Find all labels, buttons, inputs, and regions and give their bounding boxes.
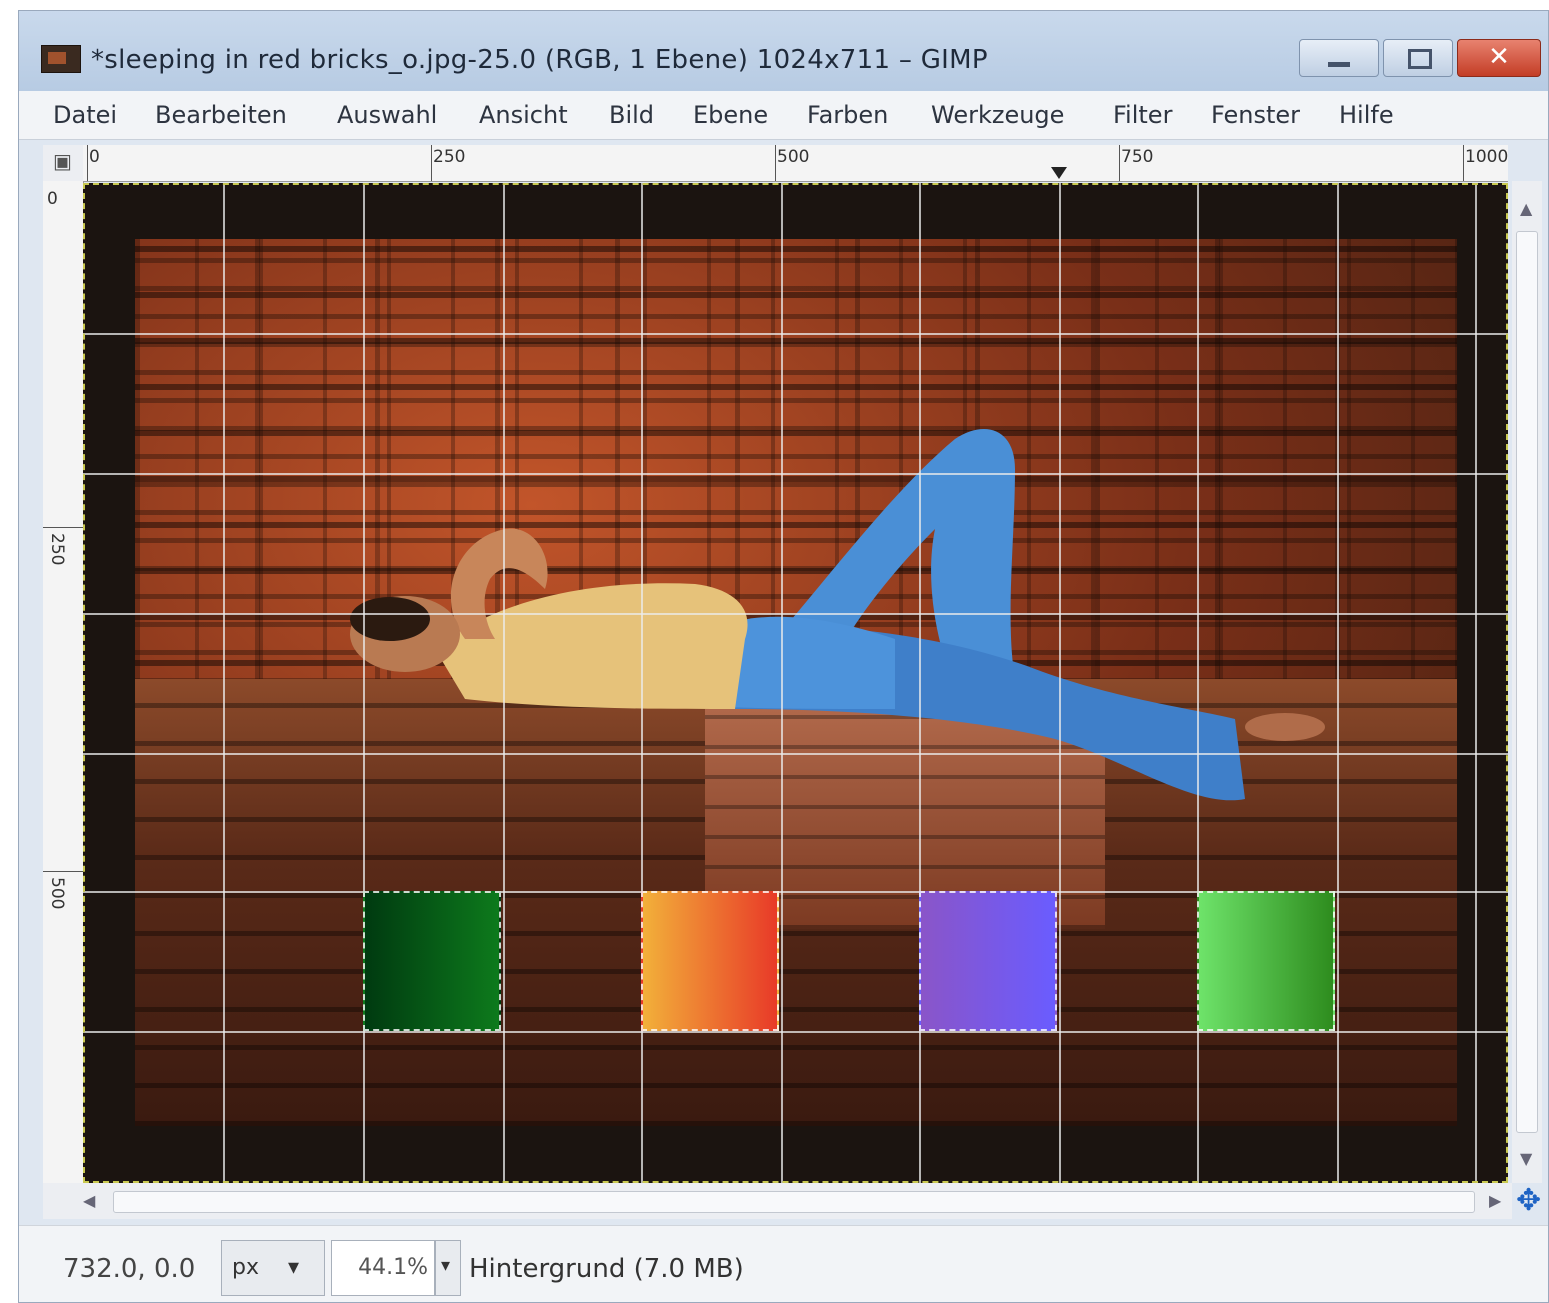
ruler-tick — [1119, 145, 1120, 181]
ruler-tick — [775, 145, 776, 181]
unit-select[interactable]: px ▾ — [221, 1240, 325, 1296]
ruler-tick — [43, 871, 83, 872]
ruler-label: 500 — [777, 147, 810, 167]
unit-value: px — [232, 1255, 259, 1280]
close-icon: ✕ — [1488, 42, 1510, 72]
ruler-label: 750 — [1121, 147, 1154, 167]
menu-hilfe[interactable]: Hilfe — [1339, 101, 1394, 129]
grid-line — [83, 473, 1508, 475]
ruler-label: 250 — [47, 533, 67, 566]
ruler-tick — [431, 145, 432, 181]
vertical-scroll-thumb[interactable] — [1516, 231, 1538, 1133]
scroll-down-icon[interactable]: ▼ — [1520, 1149, 1532, 1168]
grid-line — [83, 753, 1508, 755]
horizontal-ruler[interactable]: 0 250 500 750 1000 — [83, 145, 1508, 182]
swatch-light-green — [1197, 891, 1335, 1031]
menu-werkzeuge[interactable]: Werkzeuge — [931, 101, 1064, 129]
swatch-purple-blue — [919, 891, 1057, 1031]
menu-auswahl[interactable]: Auswahl — [337, 101, 437, 129]
scroll-left-icon[interactable]: ◀ — [83, 1191, 95, 1210]
status-bar: 732.0, 0.0 px ▾ 44.1% ▾ Hintergrund (7.0… — [19, 1225, 1548, 1302]
quick-mask-toggle[interactable]: ▣ — [43, 145, 83, 181]
swatch-orange-red — [641, 891, 779, 1031]
maximize-button[interactable] — [1383, 39, 1453, 77]
chevron-down-icon: ▾ — [288, 1255, 300, 1280]
zoom-field[interactable]: 44.1% — [331, 1240, 435, 1296]
ruler-label: 0 — [89, 147, 100, 167]
horizontal-scrollbar[interactable]: ◀ ▶ — [43, 1183, 1512, 1219]
navigate-icon[interactable]: ✥ — [1516, 1183, 1541, 1218]
menu-bild[interactable]: Bild — [609, 101, 654, 129]
window-title: *sleeping in red bricks_o.jpg-25.0 (RGB,… — [91, 45, 988, 75]
menu-ebene[interactable]: Ebene — [693, 101, 768, 129]
scroll-right-icon[interactable]: ▶ — [1489, 1191, 1501, 1210]
title-bar[interactable]: *sleeping in red bricks_o.jpg-25.0 (RGB,… — [19, 11, 1548, 91]
zoom-value: 44.1% — [358, 1255, 428, 1280]
close-button[interactable]: ✕ — [1457, 39, 1541, 77]
ruler-tick — [1463, 145, 1464, 181]
horizontal-scroll-thumb[interactable] — [113, 1191, 1475, 1213]
ruler-tick — [43, 527, 83, 528]
vertical-scrollbar[interactable]: ▲ ▼ — [1512, 181, 1542, 1183]
gimp-app-icon — [41, 45, 81, 73]
chevron-down-icon: ▾ — [441, 1255, 451, 1276]
menu-farben[interactable]: Farben — [807, 101, 888, 129]
zoom-dropdown-button[interactable]: ▾ — [435, 1240, 461, 1296]
scroll-up-icon[interactable]: ▲ — [1520, 199, 1532, 218]
gimp-window: *sleeping in red bricks_o.jpg-25.0 (RGB,… — [18, 10, 1549, 1303]
grid-line — [83, 333, 1508, 335]
quick-mask-icon: ▣ — [53, 149, 72, 173]
pointer-coordinates: 732.0, 0.0 — [63, 1254, 196, 1284]
ruler-label: 250 — [433, 147, 466, 167]
ruler-label: 500 — [47, 877, 67, 910]
menu-ansicht[interactable]: Ansicht — [479, 101, 568, 129]
active-layer-info: Hintergrund (7.0 MB) — [469, 1254, 744, 1284]
menu-fenster[interactable]: Fenster — [1211, 101, 1300, 129]
swatch-dark-green — [363, 891, 501, 1031]
menu-bar: Datei Bearbeiten Auswahl Ansicht Bild Eb… — [19, 91, 1548, 140]
grid-line — [83, 1031, 1508, 1033]
ruler-label: 0 — [47, 189, 58, 209]
vertical-ruler[interactable]: 0 250 500 — [43, 181, 84, 1183]
grid-line — [83, 613, 1508, 615]
minimize-button[interactable] — [1299, 39, 1379, 77]
ruler-tick — [87, 145, 88, 181]
ruler-label: 1000 — [1465, 147, 1509, 167]
menu-datei[interactable]: Datei — [53, 101, 117, 129]
ruler-pointer-marker — [1051, 167, 1067, 179]
image-canvas[interactable] — [83, 183, 1508, 1183]
menu-bearbeiten[interactable]: Bearbeiten — [155, 101, 287, 129]
menu-filter[interactable]: Filter — [1113, 101, 1172, 129]
